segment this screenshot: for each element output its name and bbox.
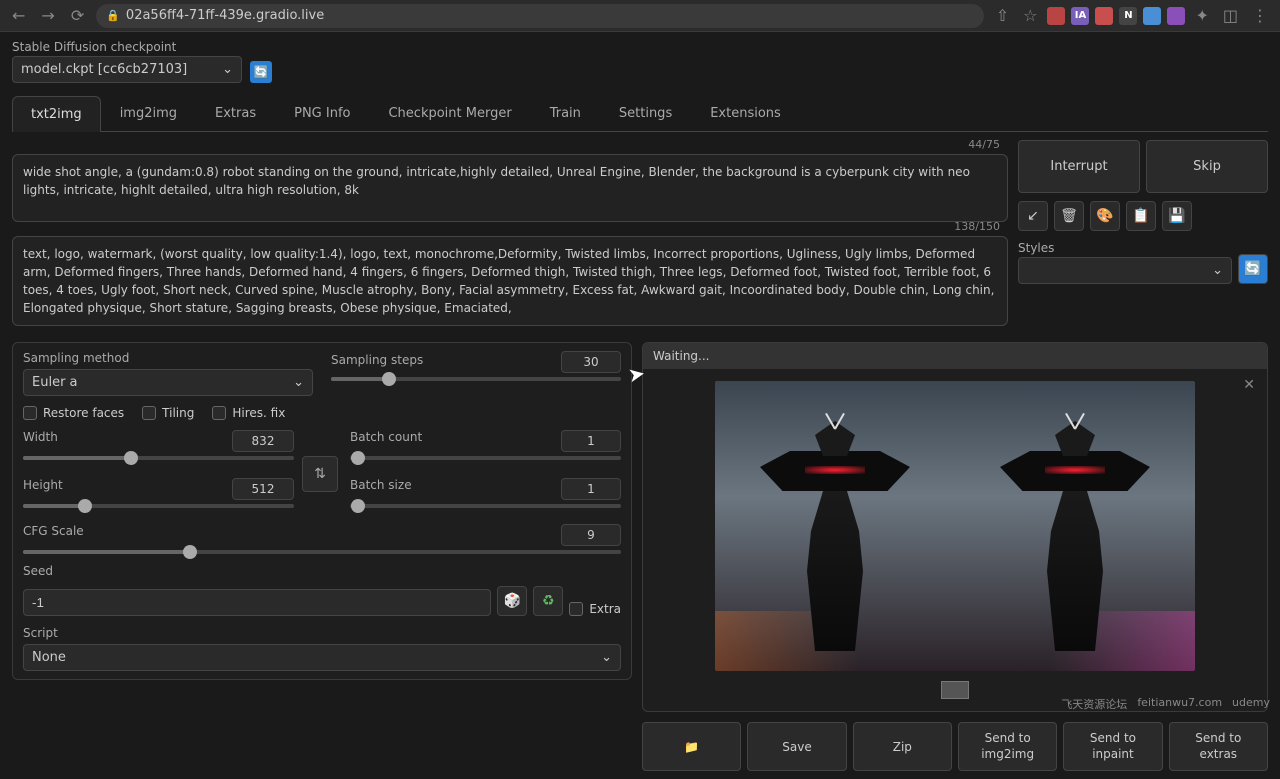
batch-size-slider[interactable] (350, 504, 621, 508)
sampling-steps-label: Sampling steps (331, 353, 423, 367)
browser-toolbar: ← → ⟳ 🔒 02a56ff4-71ff-439e.gradio.live ⇧… (0, 0, 1280, 32)
send-to-inpaint-button[interactable]: Send to inpaint (1063, 722, 1162, 771)
styles-select[interactable]: ⌄ (1018, 257, 1232, 284)
forward-button[interactable]: → (37, 4, 58, 27)
watermark: 飞天资源论坛 feitianwu7.com udemy (1061, 696, 1270, 712)
script-label: Script (23, 626, 621, 640)
thumbnail-strip (941, 681, 969, 699)
preview-status: Waiting... (643, 343, 1267, 369)
neg-prompt-counter: 138/150 (954, 220, 1000, 233)
sampling-steps-value[interactable]: 30 (561, 351, 621, 373)
batch-count-value[interactable]: 1 (561, 430, 621, 452)
ext-icon-2[interactable] (1095, 7, 1113, 25)
script-select[interactable]: None ⌄ (23, 644, 621, 671)
extra-seed-check[interactable]: Extra (569, 602, 621, 616)
tab-txt2img[interactable]: txt2img (12, 96, 101, 132)
sampling-method-select[interactable]: Euler a ⌄ (23, 369, 313, 396)
ext-icon-1[interactable] (1047, 7, 1065, 25)
restore-faces-check[interactable]: Restore faces (23, 406, 124, 420)
ext-icon-4[interactable] (1143, 7, 1161, 25)
ext-icon-5[interactable] (1167, 7, 1185, 25)
prompt-counter: 44/75 (968, 138, 1000, 151)
skip-button[interactable]: Skip (1146, 140, 1268, 193)
ext-icon-ia[interactable]: IA (1071, 7, 1089, 25)
url-text: 02a56ff4-71ff-439e.gradio.live (126, 8, 324, 23)
arrow-button[interactable]: ↙ (1018, 201, 1048, 231)
save-style-button[interactable]: 💾 (1162, 201, 1192, 231)
batch-count-label: Batch count (350, 430, 422, 448)
height-value[interactable]: 512 (232, 478, 294, 500)
sampling-method-value: Euler a (32, 375, 78, 390)
extensions-icon[interactable]: ✦ (1191, 4, 1212, 27)
tab-img2img[interactable]: img2img (101, 95, 196, 131)
script-value: None (32, 650, 66, 665)
neg-prompt-input[interactable]: text, logo, watermark, (worst quality, l… (12, 236, 1008, 326)
swap-dimensions-button[interactable]: ⇅ (302, 456, 338, 492)
width-slider[interactable] (23, 456, 294, 460)
thumbnail[interactable] (941, 681, 969, 699)
tab-checkpoint-merger[interactable]: Checkpoint Merger (369, 95, 530, 131)
width-label: Width (23, 430, 58, 448)
cfg-label: CFG Scale (23, 524, 84, 542)
tab-extensions[interactable]: Extensions (691, 95, 800, 131)
checkpoint-label: Stable Diffusion checkpoint (12, 40, 242, 54)
apply-style-button[interactable]: 🔄 (1238, 254, 1268, 284)
address-bar[interactable]: 🔒 02a56ff4-71ff-439e.gradio.live (96, 4, 984, 28)
checkpoint-select[interactable]: model.ckpt [cc6cb27103] ⌄ (12, 56, 242, 83)
star-icon[interactable]: ☆ (1019, 4, 1041, 27)
send-to-extras-button[interactable]: Send to extras (1169, 722, 1268, 771)
seed-input[interactable] (23, 589, 491, 616)
styles-label: Styles (1018, 241, 1232, 255)
lock-icon: 🔒 (106, 9, 120, 22)
chevron-down-icon: ⌄ (293, 375, 304, 390)
zip-button[interactable]: Zip (853, 722, 952, 771)
cfg-slider[interactable] (23, 550, 621, 554)
trash-button[interactable]: 🗑 (1054, 201, 1084, 231)
sidepanel-icon[interactable]: ◫ (1219, 4, 1242, 27)
width-value[interactable]: 832 (232, 430, 294, 452)
clipboard-button[interactable]: 📋 (1126, 201, 1156, 231)
dice-button[interactable]: 🎲 (497, 586, 527, 616)
chevron-down-icon: ⌄ (601, 650, 612, 665)
sampling-method-label: Sampling method (23, 351, 313, 365)
recycle-seed-button[interactable]: ♻ (533, 586, 563, 616)
neg-prompt-text: text, logo, watermark, (worst quality, l… (23, 245, 997, 317)
open-folder-button[interactable]: 📁 (642, 722, 741, 771)
menu-icon[interactable]: ⋮ (1248, 4, 1272, 27)
preview-panel: Waiting... ✕ (642, 342, 1268, 712)
reload-button[interactable]: ⟳ (67, 4, 88, 27)
batch-count-slider[interactable] (350, 456, 621, 460)
prompt-text: wide shot angle, a (gundam:0.8) robot st… (23, 163, 997, 213)
sampling-steps-slider[interactable] (331, 377, 621, 381)
share-icon[interactable]: ⇧ (992, 4, 1013, 27)
browser-actions: ⇧ ☆ IA N ✦ ◫ ⋮ (992, 4, 1272, 27)
tab-extras[interactable]: Extras (196, 95, 275, 131)
tab-pnginfo[interactable]: PNG Info (275, 95, 369, 131)
chevron-down-icon: ⌄ (222, 62, 233, 77)
ext-icon-3[interactable]: N (1119, 7, 1137, 25)
interrupt-button[interactable]: Interrupt (1018, 140, 1140, 193)
save-button[interactable]: Save (747, 722, 846, 771)
close-preview-button[interactable]: ✕ (1243, 377, 1255, 393)
checkpoint-value: model.ckpt [cc6cb27103] (21, 62, 187, 77)
seed-label: Seed (23, 564, 621, 578)
main-tabs: txt2img img2img Extras PNG Info Checkpoi… (12, 95, 1268, 132)
style-paint-button[interactable]: 🎨 (1090, 201, 1120, 231)
refresh-checkpoint-button[interactable]: 🔄 (250, 61, 272, 83)
chevron-down-icon: ⌄ (1212, 263, 1223, 278)
tab-train[interactable]: Train (531, 95, 600, 131)
tab-settings[interactable]: Settings (600, 95, 691, 131)
batch-size-value[interactable]: 1 (561, 478, 621, 500)
prompt-input[interactable]: wide shot angle, a (gundam:0.8) robot st… (12, 154, 1008, 222)
tiling-check[interactable]: Tiling (142, 406, 194, 420)
back-button[interactable]: ← (8, 4, 29, 27)
cfg-value[interactable]: 9 (561, 524, 621, 546)
hires-fix-check[interactable]: Hires. fix (212, 406, 285, 420)
height-slider[interactable] (23, 504, 294, 508)
preview-image[interactable] (715, 381, 1195, 671)
send-to-img2img-button[interactable]: Send to img2img (958, 722, 1057, 771)
height-label: Height (23, 478, 63, 496)
batch-size-label: Batch size (350, 478, 412, 496)
